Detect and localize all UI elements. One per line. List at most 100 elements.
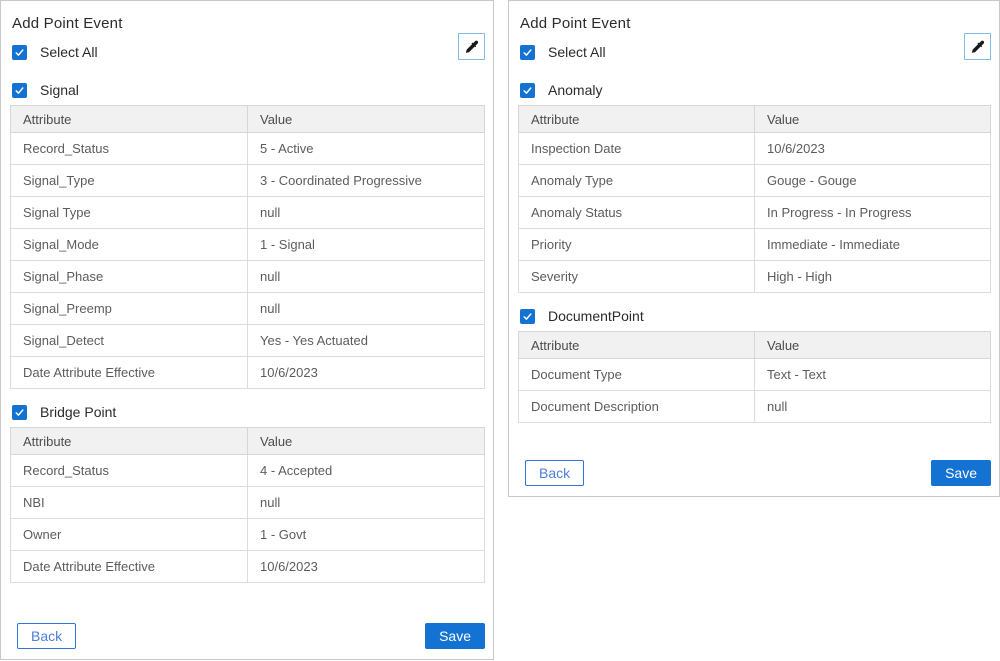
attribute-cell: NBI <box>11 487 248 519</box>
value-cell: null <box>248 293 485 325</box>
value-cell: 10/6/2023 <box>248 357 485 389</box>
eyedropper-button[interactable] <box>458 33 485 60</box>
table-row: Date Attribute Effective 10/6/2023 <box>11 551 485 583</box>
value-cell: 4 - Accepted <box>248 455 485 487</box>
layer-checkbox-row[interactable]: DocumentPoint <box>520 308 991 324</box>
table-row: Record_Status 4 - Accepted <box>11 455 485 487</box>
value-cell: Immediate - Immediate <box>755 229 991 261</box>
value-cell: Gouge - Gouge <box>755 165 991 197</box>
table-row: Signal Type null <box>11 197 485 229</box>
table-header-row: Attribute Value <box>11 106 485 133</box>
table-row: Document Type Text - Text <box>519 359 991 391</box>
table-row: Anomaly Status In Progress - In Progress <box>519 197 991 229</box>
table-header-row: Attribute Value <box>11 428 485 455</box>
save-button[interactable]: Save <box>425 623 485 649</box>
attribute-cell: Anomaly Type <box>519 165 755 197</box>
attribute-cell: Signal_Preemp <box>11 293 248 325</box>
value-cell: null <box>248 197 485 229</box>
value-cell: null <box>755 391 991 423</box>
attribute-cell: Document Description <box>519 391 755 423</box>
table-row: NBI null <box>11 487 485 519</box>
value-cell: High - High <box>755 261 991 293</box>
layer-checkbox-row[interactable]: Signal <box>12 82 485 98</box>
layer-checkbox-row[interactable]: Anomaly <box>520 82 991 98</box>
table-row: Signal_Mode 1 - Signal <box>11 229 485 261</box>
attribute-cell: Signal_Mode <box>11 229 248 261</box>
select-all-label: Select All <box>548 44 606 60</box>
table-row: Signal_Phase null <box>11 261 485 293</box>
attribute-cell: Record_Status <box>11 455 248 487</box>
attribute-cell: Document Type <box>519 359 755 391</box>
layer-label: DocumentPoint <box>548 308 644 324</box>
value-column-header: Value <box>755 106 991 133</box>
select-all-checkbox-row[interactable]: Select All <box>520 44 991 60</box>
value-cell: In Progress - In Progress <box>755 197 991 229</box>
attribute-cell: Signal Type <box>11 197 248 229</box>
attribute-cell: Date Attribute Effective <box>11 551 248 583</box>
attribute-cell: Signal_Detect <box>11 325 248 357</box>
table-row: Priority Immediate - Immediate <box>519 229 991 261</box>
panel-title: Add Point Event <box>520 15 991 32</box>
checkbox-checked-icon[interactable] <box>520 309 535 324</box>
attribute-column-header: Attribute <box>519 332 755 359</box>
value-column-header: Value <box>248 106 485 133</box>
table-row: Signal_Preemp null <box>11 293 485 325</box>
layer-label: Signal <box>40 82 79 98</box>
panel-footer: Back Save <box>518 460 991 486</box>
eyedropper-icon <box>970 39 986 55</box>
table-header-row: Attribute Value <box>519 106 991 133</box>
back-button[interactable]: Back <box>17 623 76 649</box>
attribute-cell: Owner <box>11 519 248 551</box>
table-row: Record_Status 5 - Active <box>11 133 485 165</box>
select-all-checkbox-row[interactable]: Select All <box>12 44 485 60</box>
layer-label: Anomaly <box>548 82 602 98</box>
value-cell: 5 - Active <box>248 133 485 165</box>
attribute-cell: Priority <box>519 229 755 261</box>
checkbox-checked-icon[interactable] <box>12 83 27 98</box>
table-row: Owner 1 - Govt <box>11 519 485 551</box>
checkbox-checked-icon[interactable] <box>12 45 27 60</box>
attribute-cell: Signal_Type <box>11 165 248 197</box>
value-cell: 3 - Coordinated Progressive <box>248 165 485 197</box>
table-row: Date Attribute Effective 10/6/2023 <box>11 357 485 389</box>
checkbox-checked-icon[interactable] <box>520 45 535 60</box>
attribute-column-header: Attribute <box>519 106 755 133</box>
attribute-table: Attribute Value Record_Status 5 - Active… <box>10 105 485 389</box>
eyedropper-icon <box>464 39 480 55</box>
attribute-column-header: Attribute <box>11 106 248 133</box>
attribute-cell: Inspection Date <box>519 133 755 165</box>
event-layer-section: DocumentPoint Attribute Value Document T… <box>518 308 991 423</box>
value-cell: 10/6/2023 <box>755 133 991 165</box>
attribute-table: Attribute Value Record_Status 4 - Accept… <box>10 427 485 583</box>
checkbox-checked-icon[interactable] <box>12 405 27 420</box>
table-row: Document Description null <box>519 391 991 423</box>
save-button[interactable]: Save <box>931 460 991 486</box>
value-cell: 1 - Signal <box>248 229 485 261</box>
select-all-label: Select All <box>40 44 98 60</box>
checkbox-checked-icon[interactable] <box>520 83 535 98</box>
event-layer-section: Anomaly Attribute Value Inspection Date … <box>518 82 991 293</box>
value-cell: null <box>248 487 485 519</box>
value-cell: 10/6/2023 <box>248 551 485 583</box>
table-row: Signal_Type 3 - Coordinated Progressive <box>11 165 485 197</box>
sections-container: Signal Attribute Value Record_Status 5 -… <box>10 82 485 598</box>
sections-container: Anomaly Attribute Value Inspection Date … <box>518 82 991 438</box>
table-row: Severity High - High <box>519 261 991 293</box>
attribute-cell: Anomaly Status <box>519 197 755 229</box>
panel-footer: Back Save <box>10 623 485 649</box>
back-button[interactable]: Back <box>525 460 584 486</box>
table-row: Inspection Date 10/6/2023 <box>519 133 991 165</box>
event-layer-section: Bridge Point Attribute Value Record_Stat… <box>10 404 485 583</box>
attribute-cell: Signal_Phase <box>11 261 248 293</box>
value-column-header: Value <box>248 428 485 455</box>
layer-checkbox-row[interactable]: Bridge Point <box>12 404 485 420</box>
add-point-event-panel-right: Add Point Event Select All Anomaly Attri… <box>508 0 1000 497</box>
panel-title: Add Point Event <box>12 15 485 32</box>
eyedropper-button[interactable] <box>964 33 991 60</box>
value-cell: null <box>248 261 485 293</box>
layer-label: Bridge Point <box>40 404 116 420</box>
attribute-cell: Severity <box>519 261 755 293</box>
attribute-table: Attribute Value Document Type Text - Tex… <box>518 331 991 423</box>
attribute-table: Attribute Value Inspection Date 10/6/202… <box>518 105 991 293</box>
attribute-cell: Date Attribute Effective <box>11 357 248 389</box>
